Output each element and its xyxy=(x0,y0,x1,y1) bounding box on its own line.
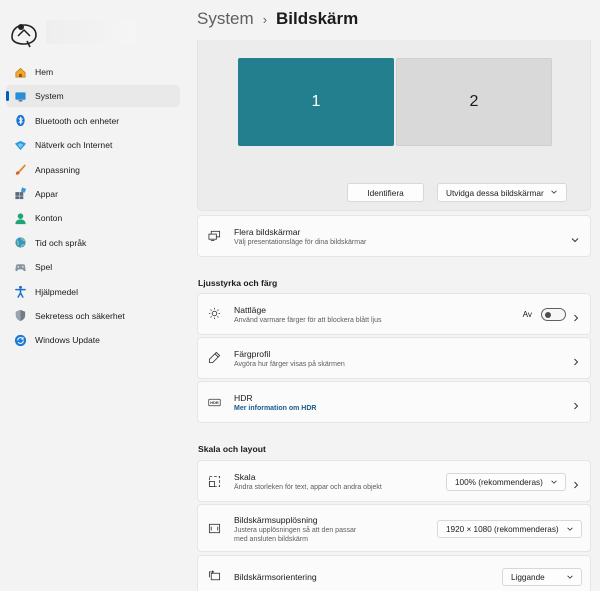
hdr-card[interactable]: HDR HDR Mer information om HDR xyxy=(197,381,591,423)
display-mode-dropdown[interactable]: Utvidga dessa bildskärmar xyxy=(437,183,567,202)
sidebar-item-bluetooth[interactable]: Bluetooth och enheter xyxy=(6,110,180,132)
chevron-right-icon: › xyxy=(262,11,268,27)
account-icon xyxy=(13,211,27,225)
multiple-displays-icon xyxy=(208,229,222,243)
page-title: Bildskärm xyxy=(276,9,359,28)
sidebar-item-label: Hem xyxy=(35,67,54,77)
system-icon xyxy=(13,89,27,103)
sidebar-item-time-language[interactable]: Tid och språk xyxy=(6,232,180,254)
night-light-subtitle: Använd varmare färger för att blockera b… xyxy=(234,317,382,324)
hdr-icon: HDR xyxy=(208,396,222,410)
shield-icon xyxy=(13,309,27,323)
resolution-subtitle-line1: Justera upplösningen så att den passar xyxy=(234,527,357,534)
scale-title: Skala xyxy=(234,472,256,482)
identify-button[interactable]: Identifiera xyxy=(347,183,424,202)
chevron-down-icon xyxy=(566,525,574,535)
chevron-right-icon xyxy=(571,354,581,366)
sun-icon xyxy=(208,307,222,321)
monitor-2[interactable]: 2 xyxy=(396,58,552,146)
scale-card[interactable]: Skala Ändra storleken för text, appar oc… xyxy=(197,460,591,502)
update-icon xyxy=(13,333,27,347)
display-mode-value: Utvidga dessa bildskärmar xyxy=(446,187,544,198)
hdr-title: HDR xyxy=(234,393,253,403)
resolution-title: Bildskärmsupplösning xyxy=(234,515,318,525)
apps-icon xyxy=(13,187,27,201)
monitor-arrangement-panel: 1 2 Identifiera Utvidga dessa bildskärma… xyxy=(197,40,591,211)
section-title-scale-layout: Skala och layout xyxy=(198,444,266,454)
chevron-down-icon xyxy=(566,573,574,583)
avatar[interactable] xyxy=(7,16,41,50)
orientation-title: Bildskärmsorientering xyxy=(234,572,317,582)
accessibility-icon xyxy=(13,285,27,299)
sidebar-item-label: Tid och språk xyxy=(35,237,87,248)
home-icon xyxy=(13,65,27,79)
resolution-card: Bildskärmsupplösning Justera upplösninge… xyxy=(197,504,591,552)
bluetooth-icon xyxy=(13,114,27,128)
sidebar-item-label: Spel xyxy=(35,262,53,273)
hdr-icon-text: HDR xyxy=(210,400,219,405)
scale-value: 100% (rekommenderas) xyxy=(455,477,543,487)
resolution-dropdown[interactable]: 1920 × 1080 (rekommenderas) xyxy=(437,520,582,538)
sidebar-item-label: Anpassning xyxy=(35,164,80,175)
color-profile-subtitle: Avgöra hur färger visas på skärmen xyxy=(234,361,345,368)
brush-icon xyxy=(13,163,27,177)
sidebar-item-apps[interactable]: Appar xyxy=(6,183,180,205)
breadcrumb: System › Bildskärm xyxy=(197,9,358,29)
multiple-displays-title: Flera bildskärmar xyxy=(234,227,301,237)
sidebar-item-label: Nätverk och Internet xyxy=(35,140,113,151)
account-name-blurred xyxy=(46,20,136,44)
chevron-down-icon xyxy=(550,188,558,198)
color-picker-icon xyxy=(208,351,222,365)
orientation-dropdown[interactable]: Liggande xyxy=(502,568,582,586)
sidebar-item-label: System xyxy=(35,91,64,102)
color-profile-card[interactable]: Färgprofil Avgöra hur färger visas på sk… xyxy=(197,337,591,379)
sidebar-item-network[interactable]: Nätverk och Internet xyxy=(6,134,180,156)
scale-dropdown[interactable]: 100% (rekommenderas) xyxy=(446,473,566,491)
sidebar-item-system[interactable]: System xyxy=(6,85,180,108)
sidebar-item-gaming[interactable]: Spel xyxy=(6,256,180,278)
chevron-right-icon xyxy=(571,310,581,322)
night-light-card[interactable]: Nattläge Använd varmare färger för att b… xyxy=(197,293,591,335)
sidebar-item-accounts[interactable]: Konton xyxy=(6,207,180,229)
sidebar-item-personalization[interactable]: Anpassning xyxy=(6,159,180,181)
scale-icon xyxy=(208,475,222,489)
night-light-state-label: Av xyxy=(522,310,532,319)
chevron-right-icon xyxy=(571,398,581,410)
resolution-icon xyxy=(208,522,222,536)
gamepad-icon xyxy=(13,260,27,274)
night-light-title: Nattläge xyxy=(234,305,267,315)
sidebar-nav: Hem System Bluetooth och enheter Nätverk… xyxy=(6,61,180,354)
sidebar: Hem System Bluetooth och enheter Nätverk… xyxy=(0,0,184,591)
sidebar-item-label: Bluetooth och enheter xyxy=(35,115,120,126)
sidebar-item-windows-update[interactable]: Windows Update xyxy=(6,329,180,351)
network-icon xyxy=(13,138,27,152)
toggle-knob xyxy=(545,311,551,318)
section-title-brightness: Ljusstyrka och färg xyxy=(198,278,278,288)
resolution-value: 1920 × 1080 (rekommenderas) xyxy=(446,524,559,534)
sidebar-item-label: Windows Update xyxy=(35,335,100,346)
chevron-down-icon xyxy=(550,478,558,488)
hdr-info-link[interactable]: Mer information om HDR xyxy=(234,404,316,413)
color-profile-title: Färgprofil xyxy=(234,349,271,359)
globe-icon xyxy=(13,236,27,250)
orientation-value: Liggande xyxy=(511,572,545,582)
sidebar-item-label: Appar xyxy=(35,188,58,199)
multiple-displays-subtitle: Välj presentationsläge för dina bildskär… xyxy=(234,239,367,246)
sidebar-item-home[interactable]: Hem xyxy=(6,61,180,83)
sidebar-item-label: Hjälpmedel xyxy=(35,286,78,297)
orientation-icon xyxy=(208,570,222,584)
chevron-right-icon xyxy=(571,477,581,489)
sidebar-item-accessibility[interactable]: Hjälpmedel xyxy=(6,281,180,303)
monitor-1[interactable]: 1 xyxy=(238,58,394,146)
resolution-subtitle-line2: med ansluten bildskärm xyxy=(234,536,308,543)
scale-subtitle: Ändra storleken för text, appar och andr… xyxy=(234,484,382,491)
multiple-displays-card[interactable]: Flera bildskärmar Välj presentationsläge… xyxy=(197,215,591,257)
sidebar-item-privacy[interactable]: Sekretess och säkerhet xyxy=(6,305,180,327)
sidebar-item-label: Sekretess och säkerhet xyxy=(35,310,125,321)
night-light-toggle[interactable] xyxy=(541,308,566,321)
orientation-card: Bildskärmsorientering Liggande xyxy=(197,555,591,591)
sidebar-item-label: Konton xyxy=(35,213,63,224)
breadcrumb-parent[interactable]: System xyxy=(197,9,254,29)
chevron-down-icon xyxy=(570,232,580,243)
